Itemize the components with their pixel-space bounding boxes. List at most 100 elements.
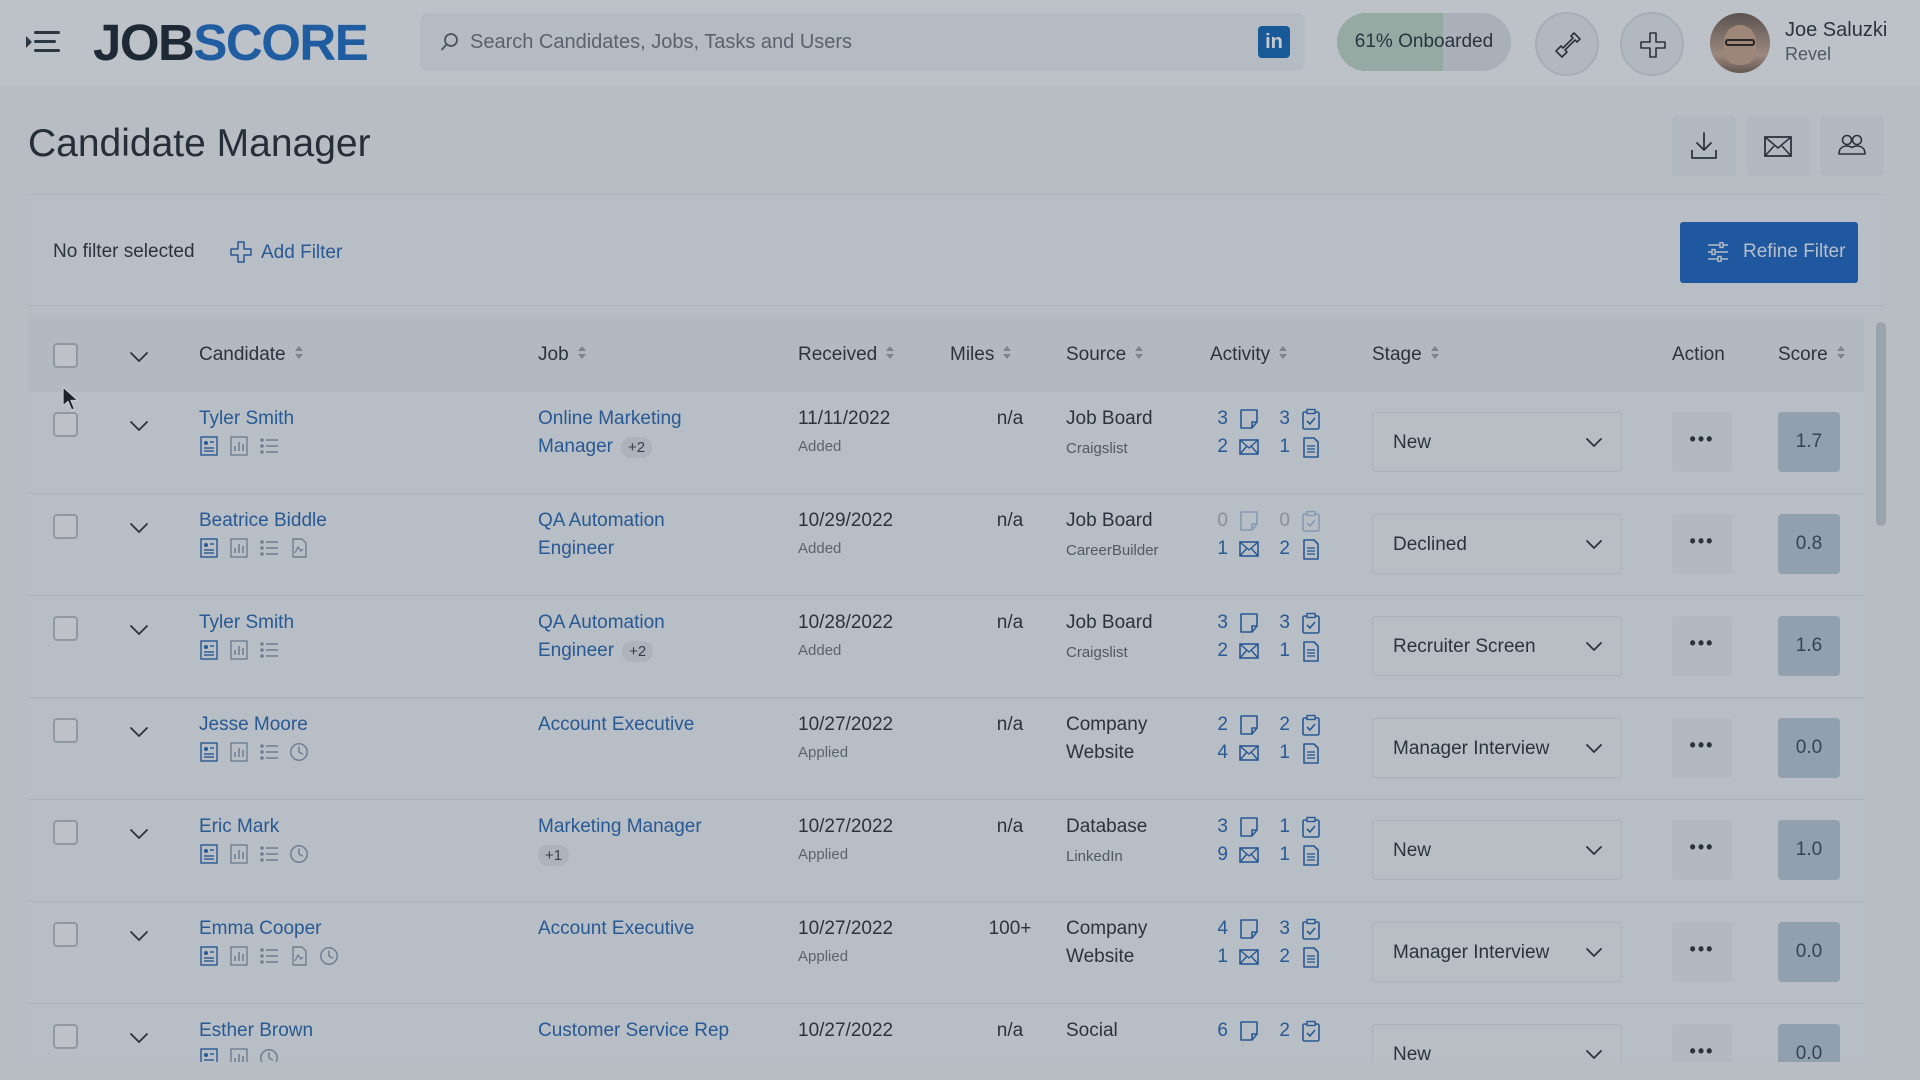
activity-count-note[interactable]: 3 — [1210, 408, 1228, 430]
expand-row-chevron-icon[interactable] — [129, 828, 149, 840]
column-header-miles[interactable]: Miles — [950, 344, 1012, 366]
job-title-link[interactable]: Customer Service Rep — [538, 1020, 729, 1042]
activity-count-task[interactable]: 0 — [1272, 510, 1290, 532]
row-select-checkbox[interactable] — [53, 922, 78, 947]
file-icon[interactable] — [1300, 742, 1322, 764]
list-icon[interactable] — [259, 844, 279, 864]
candidate-name-link[interactable]: Esther Brown — [199, 1020, 313, 1042]
activity-count-email[interactable]: 4 — [1210, 742, 1228, 764]
list-icon[interactable] — [259, 640, 279, 660]
menu-toggle-icon[interactable] — [26, 28, 60, 56]
activity-count-file[interactable]: 1 — [1272, 844, 1290, 866]
job-title-link-line2[interactable]: Engineer — [538, 538, 614, 559]
table-scrollbar[interactable] — [1876, 322, 1886, 526]
activity-count-note[interactable]: 3 — [1210, 612, 1228, 634]
job-title-link[interactable]: Account Executive — [538, 714, 694, 736]
chart-icon[interactable] — [229, 1048, 249, 1062]
stage-select[interactable]: New — [1372, 1024, 1622, 1062]
candidate-name-link[interactable]: Tyler Smith — [199, 408, 294, 430]
resume-icon[interactable] — [199, 538, 219, 558]
candidate-name-link[interactable]: Eric Mark — [199, 816, 279, 838]
activity-count-email[interactable]: 1 — [1210, 538, 1228, 560]
stage-select[interactable]: Recruiter Screen — [1372, 616, 1622, 676]
column-header-job[interactable]: Job — [538, 344, 586, 366]
activity-count-file[interactable]: 1 — [1272, 640, 1290, 662]
candidate-name-link[interactable]: Tyler Smith — [199, 612, 294, 634]
onboarding-progress[interactable]: 61% Onboarded — [1337, 13, 1511, 71]
search-input[interactable] — [470, 25, 1210, 59]
task-icon[interactable] — [1300, 612, 1322, 634]
row-actions-button[interactable]: ••• — [1672, 820, 1732, 880]
job-title-link[interactable]: Marketing Manager — [538, 816, 702, 838]
task-icon[interactable] — [1300, 918, 1322, 940]
add-new-button[interactable] — [1620, 12, 1684, 76]
expand-row-chevron-icon[interactable] — [129, 420, 149, 432]
email-icon[interactable] — [1238, 844, 1260, 866]
activity-count-note[interactable]: 0 — [1210, 510, 1228, 532]
list-icon[interactable] — [259, 742, 279, 762]
activity-count-note[interactable]: 3 — [1210, 816, 1228, 838]
row-actions-button[interactable]: ••• — [1672, 1024, 1732, 1062]
column-header-candidate[interactable]: Candidate — [199, 344, 303, 366]
row-actions-button[interactable]: ••• — [1672, 514, 1732, 574]
clock-icon[interactable] — [319, 946, 339, 966]
list-icon[interactable] — [259, 946, 279, 966]
email-icon[interactable] — [1238, 538, 1260, 560]
file-icon[interactable] — [1300, 436, 1322, 458]
file-icon[interactable] — [1300, 844, 1322, 866]
clock-icon[interactable] — [289, 742, 309, 762]
expand-row-chevron-icon[interactable] — [129, 624, 149, 636]
expand-row-chevron-icon[interactable] — [129, 726, 149, 738]
linkedin-icon[interactable]: in — [1258, 26, 1290, 58]
row-select-checkbox[interactable] — [53, 820, 78, 845]
activity-count-task[interactable]: 2 — [1272, 714, 1290, 736]
row-actions-button[interactable]: ••• — [1672, 718, 1732, 778]
note-icon[interactable] — [1238, 714, 1260, 736]
row-actions-button[interactable]: ••• — [1672, 412, 1732, 472]
export-button[interactable] — [1672, 116, 1736, 176]
job-title-link[interactable]: QA Automation — [538, 612, 665, 634]
activity-count-note[interactable]: 4 — [1210, 918, 1228, 940]
task-icon[interactable] — [1300, 1020, 1322, 1042]
chevron-down-icon[interactable] — [129, 351, 149, 363]
row-select-checkbox[interactable] — [53, 1024, 78, 1049]
task-icon[interactable] — [1300, 408, 1322, 430]
row-select-checkbox[interactable] — [53, 718, 78, 743]
chart-icon[interactable] — [229, 436, 249, 456]
activity-count-file[interactable]: 1 — [1272, 742, 1290, 764]
job-title-link[interactable]: QA Automation — [538, 510, 665, 532]
chart-icon[interactable] — [229, 640, 249, 660]
more-jobs-badge[interactable]: +2 — [621, 437, 653, 458]
stage-select[interactable]: Manager Interview — [1372, 718, 1622, 778]
column-header-activity[interactable]: Activity — [1210, 344, 1288, 366]
expand-row-chevron-icon[interactable] — [129, 522, 149, 534]
stage-select[interactable]: Manager Interview — [1372, 922, 1622, 982]
column-header-stage[interactable]: Stage — [1372, 344, 1439, 366]
document-icon[interactable] — [289, 946, 309, 966]
activity-count-task[interactable]: 3 — [1272, 918, 1290, 940]
file-icon[interactable] — [1300, 946, 1322, 968]
chart-icon[interactable] — [229, 538, 249, 558]
task-icon[interactable] — [1300, 714, 1322, 736]
activity-count-email[interactable]: 2 — [1210, 436, 1228, 458]
clock-icon[interactable] — [289, 844, 309, 864]
stage-select[interactable]: Declined — [1372, 514, 1622, 574]
resume-icon[interactable] — [199, 436, 219, 456]
job-title-link-line2[interactable]: Engineer — [538, 640, 614, 661]
note-icon[interactable] — [1238, 612, 1260, 634]
refine-filter-button[interactable]: Refine Filter — [1680, 222, 1858, 283]
job-title-link[interactable]: Online Marketing — [538, 408, 682, 430]
column-header-score[interactable]: Score — [1778, 344, 1845, 366]
note-icon[interactable] — [1238, 918, 1260, 940]
note-icon[interactable] — [1238, 816, 1260, 838]
candidate-name-link[interactable]: Beatrice Biddle — [199, 510, 327, 532]
job-title-link-line2[interactable]: Manager — [538, 436, 613, 457]
select-all-checkbox[interactable] — [53, 343, 78, 368]
email-icon[interactable] — [1238, 742, 1260, 764]
activity-count-email[interactable]: 9 — [1210, 844, 1228, 866]
row-select-checkbox[interactable] — [53, 412, 78, 437]
task-icon[interactable] — [1300, 816, 1322, 838]
email-icon[interactable] — [1238, 640, 1260, 662]
file-icon[interactable] — [1300, 640, 1322, 662]
clock-icon[interactable] — [259, 1048, 279, 1062]
